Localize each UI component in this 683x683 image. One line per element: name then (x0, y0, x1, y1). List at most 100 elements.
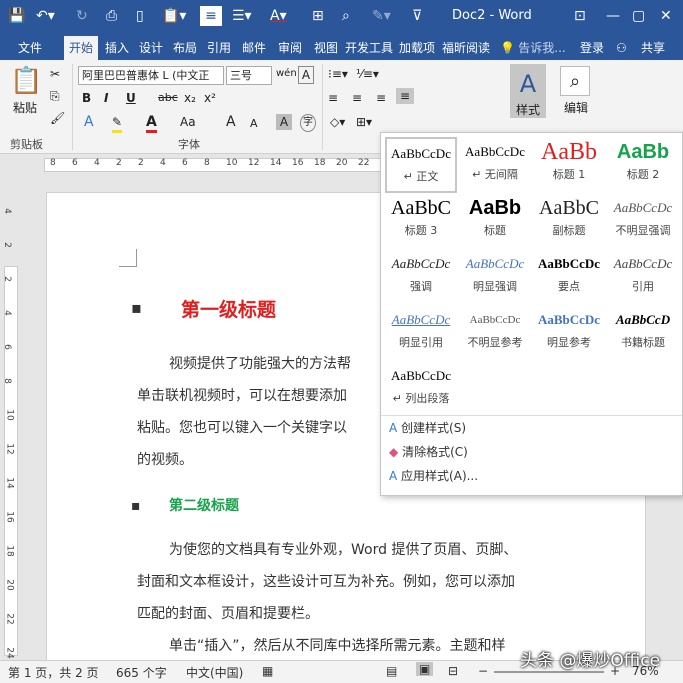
copy-icon[interactable]: ⎘ (50, 88, 60, 104)
tab-references[interactable]: 引用 (202, 36, 236, 60)
tab-design[interactable]: 设计 (134, 36, 168, 60)
tab-file[interactable]: 文件 (8, 36, 52, 60)
style-cell[interactable]: AaBbCcDc 明显强调 (459, 249, 531, 305)
format-painter-icon[interactable]: 🖌 (50, 110, 65, 126)
styles-icon[interactable]: A (510, 64, 546, 104)
font-size-combo[interactable]: 三号 (226, 66, 272, 85)
tab-review[interactable]: 审阅 (272, 36, 308, 60)
underline-button[interactable]: U (126, 90, 136, 106)
minimize-icon[interactable]: — (606, 6, 620, 26)
paste-icon[interactable]: 📋 (10, 66, 42, 96)
align-center-icon[interactable]: ≡ (352, 90, 362, 106)
font-color-icon[interactable]: A (146, 114, 157, 133)
language[interactable]: 中文(中国) (186, 664, 243, 681)
style-cell[interactable]: AaBb 标题 (459, 193, 531, 249)
read-mode-icon[interactable]: ▤ (386, 664, 397, 678)
style-cell[interactable]: AaBbCcDc 明显引用 (385, 305, 457, 361)
style-cell[interactable]: AaBbC 副标题 (533, 193, 605, 249)
tab-home[interactable]: 开始 (64, 36, 98, 60)
styles-button[interactable]: 样式 (510, 102, 546, 118)
undo-icon[interactable]: ↶▾ (36, 6, 55, 26)
edit-button[interactable]: 编辑 (558, 100, 594, 116)
align-right-icon[interactable]: ≡ (376, 90, 386, 106)
tab-mailings[interactable]: 邮件 (236, 36, 272, 60)
tab-foxit[interactable]: 福昕阅读 (440, 36, 492, 60)
style-cell[interactable]: AaBbCcDc 不明显强调 (607, 193, 679, 249)
tab-addins[interactable]: 加载项 (394, 36, 440, 60)
char-shading-icon[interactable]: A (276, 114, 292, 130)
change-case-icon[interactable]: Aa (180, 114, 196, 130)
columns-icon[interactable]: ⊞ (312, 6, 324, 26)
macro-icon[interactable]: ▦ (262, 664, 273, 678)
subscript-button[interactable]: x₂ (184, 90, 196, 106)
clear-format-item[interactable]: ◆ 清除格式(C) (389, 441, 468, 463)
font-color-qa-icon[interactable]: A▾ (270, 6, 287, 26)
strikethrough-button[interactable]: abc (158, 90, 178, 106)
print-layout-icon[interactable]: ▣ (416, 662, 434, 676)
login-link[interactable]: 登录 (576, 36, 608, 60)
highlight-icon[interactable]: ✎ (112, 114, 123, 133)
create-style-item[interactable]: A 创建样式(S) (389, 417, 466, 439)
style-cell[interactable]: AaBbCcDc ↵ 无间隔 (459, 137, 531, 193)
tab-developer[interactable]: 开发工具 (344, 36, 394, 60)
style-cell[interactable]: AaBbCcDc 引用 (607, 249, 679, 305)
align-icon[interactable]: ≡ (200, 6, 222, 26)
justify-icon[interactable]: ≡ (396, 88, 414, 104)
style-name: 明显强调 (473, 280, 517, 293)
style-cell[interactable]: AaBbCcDc ↵ 正文 (385, 137, 457, 193)
zoom-slider[interactable] (494, 671, 604, 673)
style-cell[interactable]: AaBbCcD 书籍标题 (607, 305, 679, 361)
apply-style-icon: A (389, 469, 398, 483)
style-cell[interactable]: AaBb 标题 2 (607, 137, 679, 193)
phonetic-guide-icon[interactable]: wén (276, 66, 297, 82)
redo-icon[interactable]: ↻ (76, 6, 88, 26)
style-cell[interactable]: AaBbCcDc 强调 (385, 249, 457, 305)
edit-pen-icon[interactable]: ✎▾ (372, 6, 391, 26)
share-button[interactable]: 共享 (636, 36, 670, 60)
tab-layout[interactable]: 布局 (168, 36, 202, 60)
style-name: 强调 (410, 280, 432, 293)
customize-qa-icon[interactable]: ⊽ (412, 6, 422, 26)
search-icon[interactable]: ⌕ (560, 66, 590, 96)
web-layout-icon[interactable]: ⊟ (448, 664, 458, 678)
grow-font-icon[interactable]: A (226, 114, 236, 130)
italic-button[interactable]: I (104, 90, 108, 106)
shading-icon[interactable]: ◇▾ (330, 114, 345, 130)
style-cell[interactable]: AaBbCcDc ↵ 列出段落 (385, 361, 457, 417)
font-name-combo[interactable]: 阿里巴巴普惠体 L (中文正 (78, 66, 224, 85)
borders-icon[interactable]: ⊞▾ (356, 114, 372, 130)
tab-insert[interactable]: 插入 (100, 36, 134, 60)
numbering-icon[interactable]: ⅟≡▾ (356, 66, 379, 82)
char-border-icon[interactable]: A (298, 66, 314, 84)
print-preview-icon[interactable]: ⎙ (106, 6, 117, 26)
style-cell[interactable]: AaBbCcDc 要点 (533, 249, 605, 305)
paragraph-icon[interactable]: ☰▾ (232, 6, 252, 26)
cut-icon[interactable]: ✂ (50, 66, 60, 82)
style-cell[interactable]: AaBbC 标题 3 (385, 193, 457, 249)
word-count[interactable]: 665 个字 (116, 664, 167, 681)
align-left-icon[interactable]: ≡ (328, 90, 338, 106)
close-icon[interactable]: ✕ (660, 6, 672, 26)
enclose-char-icon[interactable]: 字 (300, 114, 316, 132)
style-cell[interactable]: AaBb 标题 1 (533, 137, 605, 193)
zoom-out-icon[interactable]: − (478, 664, 488, 678)
bullets-icon[interactable]: ⁝≡▾ (328, 66, 348, 82)
bold-button[interactable]: B (82, 90, 91, 106)
superscript-button[interactable]: x² (204, 90, 216, 106)
ribbon-display-icon[interactable]: ⊡ (574, 6, 586, 26)
style-cell[interactable]: AaBbCcDc 不明显参考 (459, 305, 531, 361)
maximize-icon[interactable]: ▢ (632, 6, 645, 26)
paste-button[interactable]: 粘贴 (8, 100, 42, 116)
ruler-number: 10 (4, 409, 15, 421)
find-icon[interactable]: ⌕ (342, 6, 350, 26)
paste-qa-icon[interactable]: 📋▾ (162, 6, 186, 26)
shrink-font-icon[interactable]: A (250, 116, 258, 132)
tell-me-search[interactable]: 告诉我... (516, 36, 568, 60)
page-count[interactable]: 第 1 页，共 2 页 (8, 664, 99, 681)
new-doc-icon[interactable]: ▯ (136, 6, 144, 26)
tab-view[interactable]: 视图 (308, 36, 344, 60)
text-effects-icon[interactable]: A (84, 114, 94, 130)
style-cell[interactable]: AaBbCcDc 明显参考 (533, 305, 605, 361)
apply-style-item[interactable]: A 应用样式(A)... (389, 465, 478, 487)
save-icon[interactable]: 💾 (8, 6, 25, 26)
